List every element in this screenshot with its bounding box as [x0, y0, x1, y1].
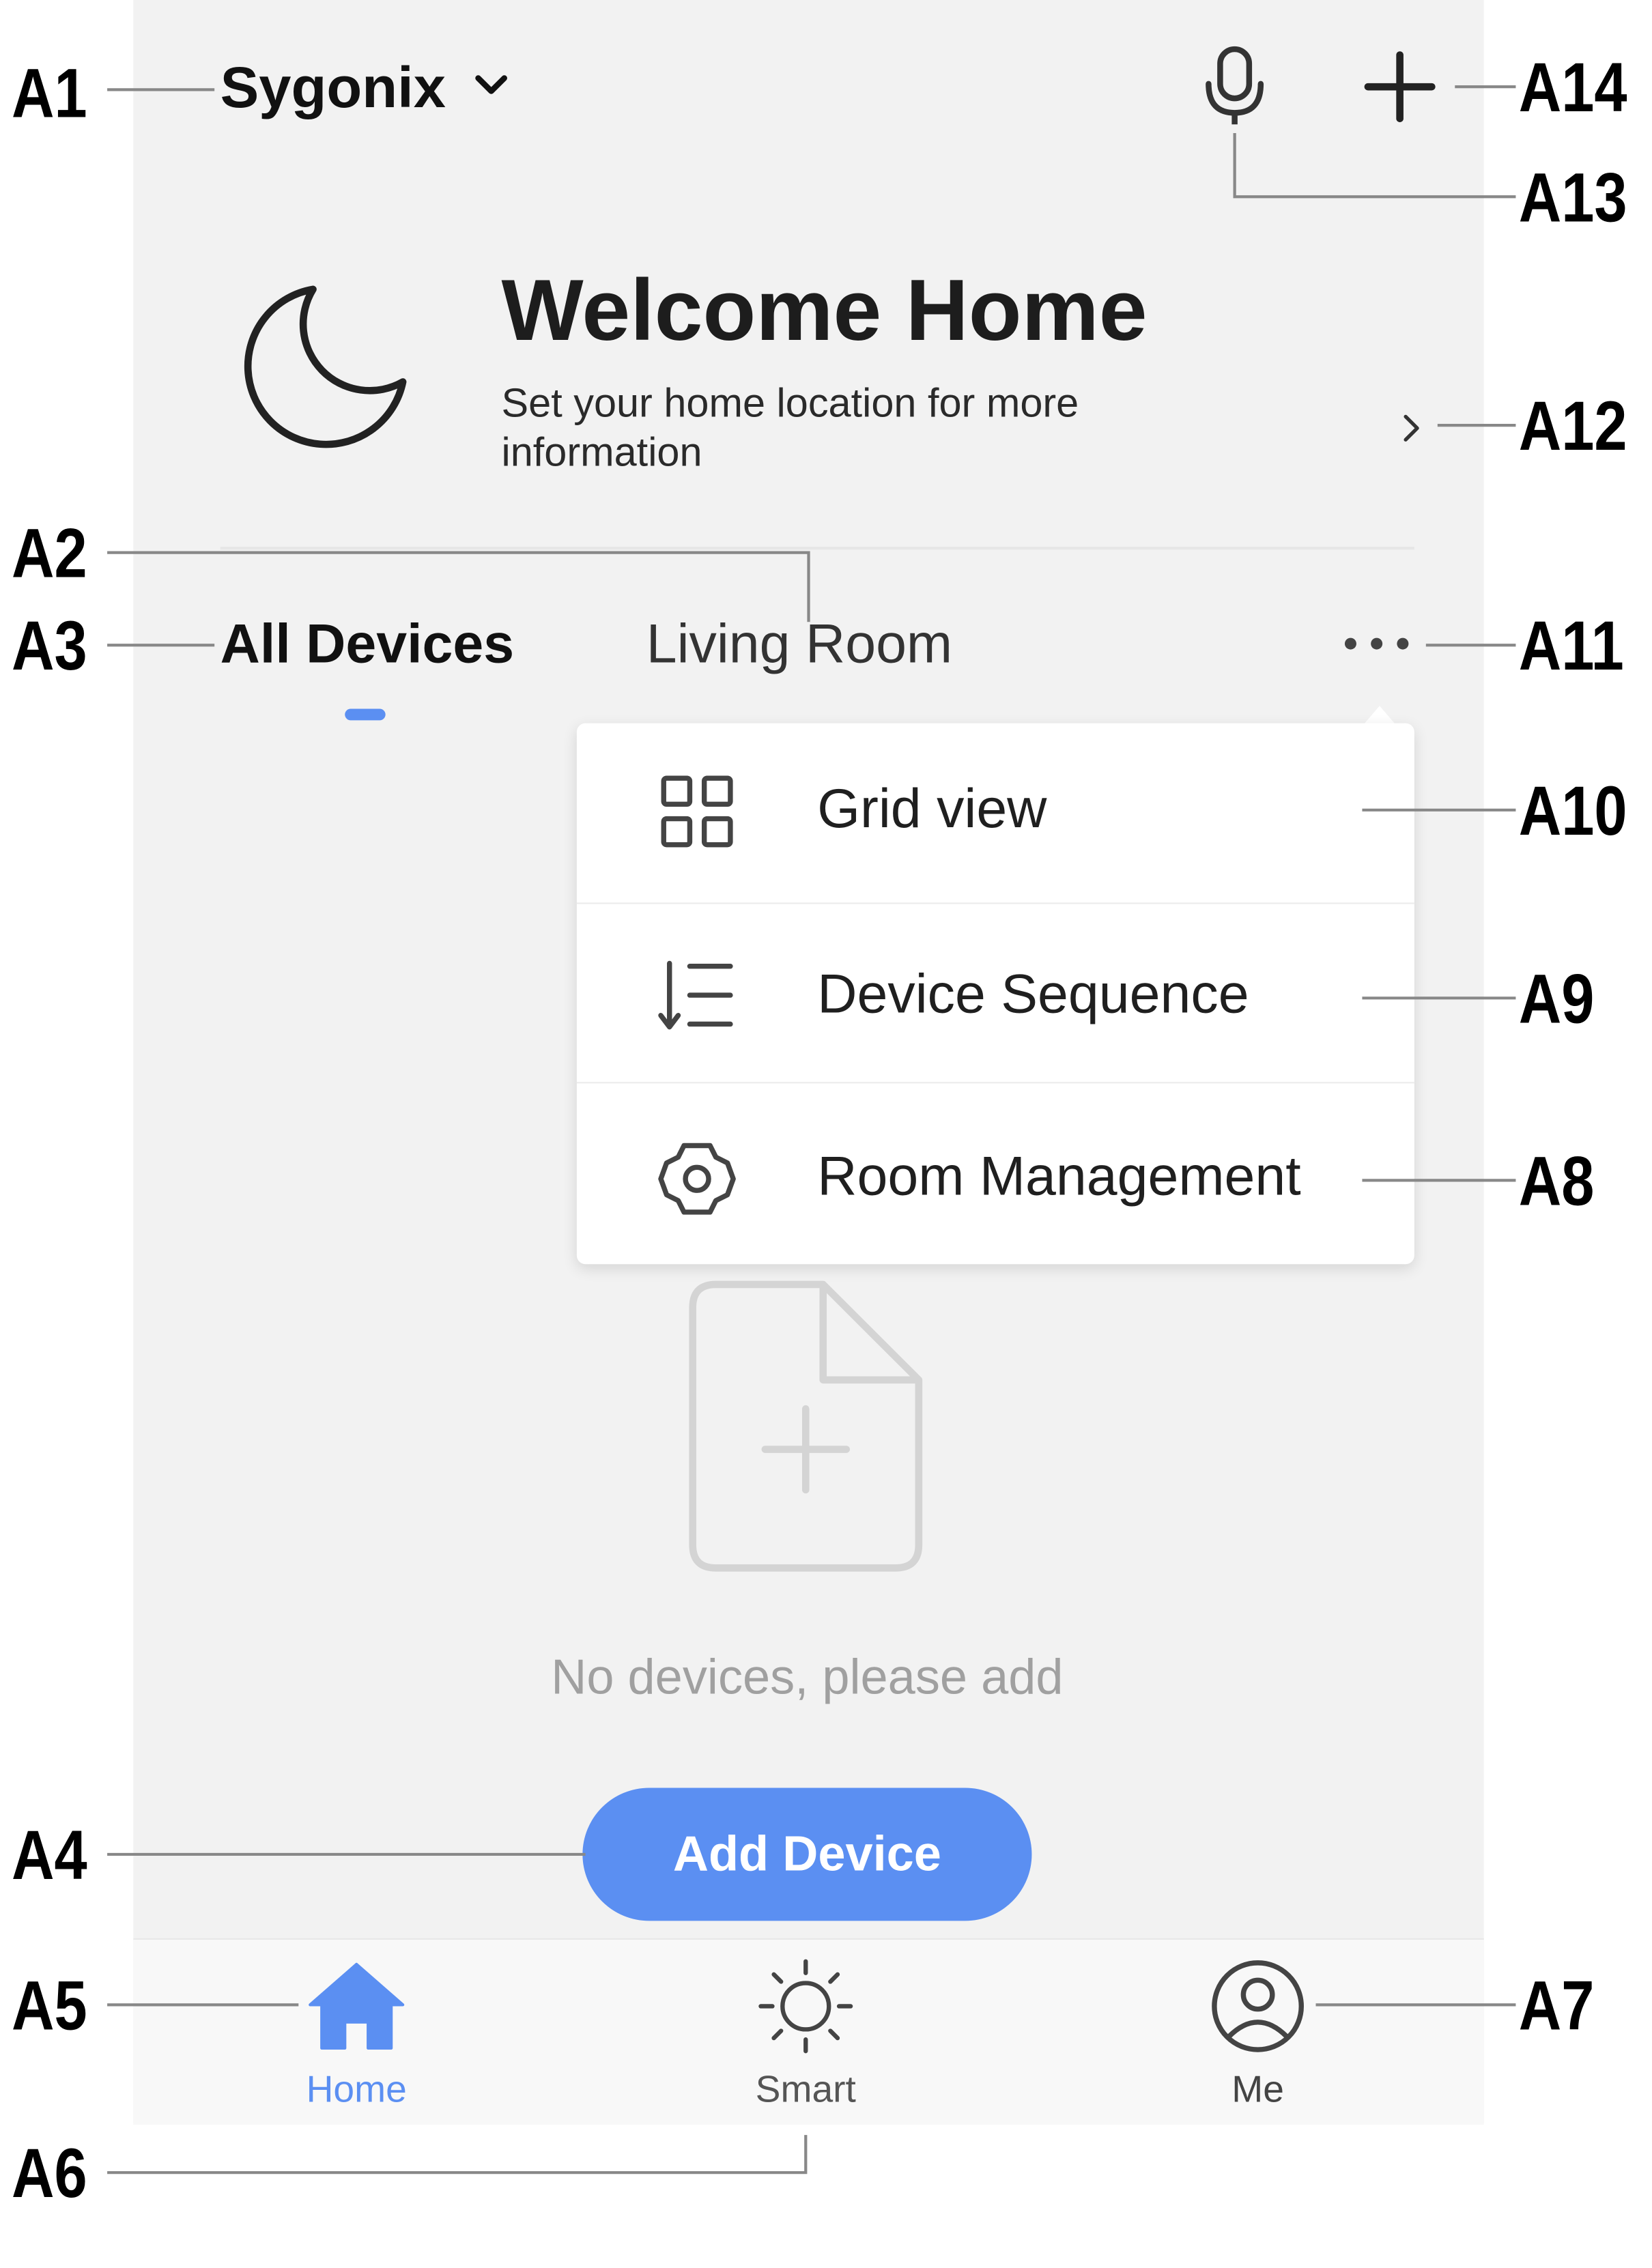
callout-a6: A6 [11, 2136, 87, 2213]
gear-icon [658, 1143, 736, 1215]
home-selector-label[interactable]: Sygonix [220, 52, 446, 124]
menu-item-grid-view[interactable]: Grid view [576, 723, 1414, 904]
callout-a10: A10 [1518, 773, 1627, 851]
callout-a11: A11 [1518, 609, 1624, 686]
empty-state-message: No devices, please add [551, 1650, 1064, 1706]
callout-a4: A4 [11, 1818, 87, 1895]
nav-item-smart[interactable]: Smart [719, 1955, 893, 2114]
manual-figure: Sygonix Welcome Home Set your home locat… [0, 0, 1652, 2268]
nav-label-smart: Smart [755, 2067, 856, 2111]
callout-a7: A7 [1518, 1968, 1595, 2045]
callout-a1: A1 [11, 56, 87, 133]
chevron-down-icon[interactable] [470, 63, 513, 107]
menu-item-label: Device Sequence [817, 964, 1249, 1026]
menu-item-room-management[interactable]: Room Management [577, 1082, 1414, 1261]
welcome-subtitle[interactable]: Set your home location for more informat… [501, 379, 1197, 477]
section-divider [220, 547, 1414, 550]
welcome-title: Welcome Home [501, 261, 1148, 359]
sun-icon [758, 1959, 853, 2054]
callout-a8: A8 [1518, 1144, 1595, 1221]
nav-item-me[interactable]: Me [1171, 1955, 1345, 2114]
callout-a12: A12 [1518, 389, 1627, 466]
sort-list-icon [658, 960, 733, 1030]
menu-item-device-sequence[interactable]: Device Sequence [576, 902, 1414, 1084]
moon-icon [244, 285, 407, 448]
view-options-menu: Grid view Device Sequence Room Managemen… [576, 723, 1414, 1265]
menu-item-label: Room Management [817, 1147, 1301, 1208]
callout-a9: A9 [1518, 962, 1595, 1039]
callout-a3: A3 [11, 609, 87, 686]
home-icon [309, 1962, 405, 2050]
more-options-icon[interactable] [1336, 622, 1417, 665]
add-device-button[interactable]: Add Device [582, 1788, 1032, 1921]
nav-label-home: Home [306, 2067, 407, 2111]
callout-a5: A5 [11, 1968, 87, 2045]
chevron-right-icon[interactable] [1394, 408, 1429, 448]
plus-icon[interactable] [1356, 46, 1443, 128]
microphone-icon[interactable] [1197, 44, 1272, 128]
nav-label-me: Me [1231, 2067, 1284, 2111]
tab-all-devices[interactable]: All Devices [220, 610, 514, 680]
add-file-icon [689, 1280, 923, 1572]
tab-living-room[interactable]: Living Room [646, 610, 952, 680]
callout-a2: A2 [11, 516, 87, 593]
callout-a14: A14 [1518, 51, 1627, 128]
active-tab-indicator [345, 708, 386, 721]
grid-icon [661, 775, 733, 848]
user-icon [1212, 1960, 1304, 2052]
callout-a13: A13 [1518, 160, 1627, 238]
menu-item-label: Grid view [817, 779, 1047, 841]
nav-item-home[interactable]: Home [270, 1955, 444, 2114]
